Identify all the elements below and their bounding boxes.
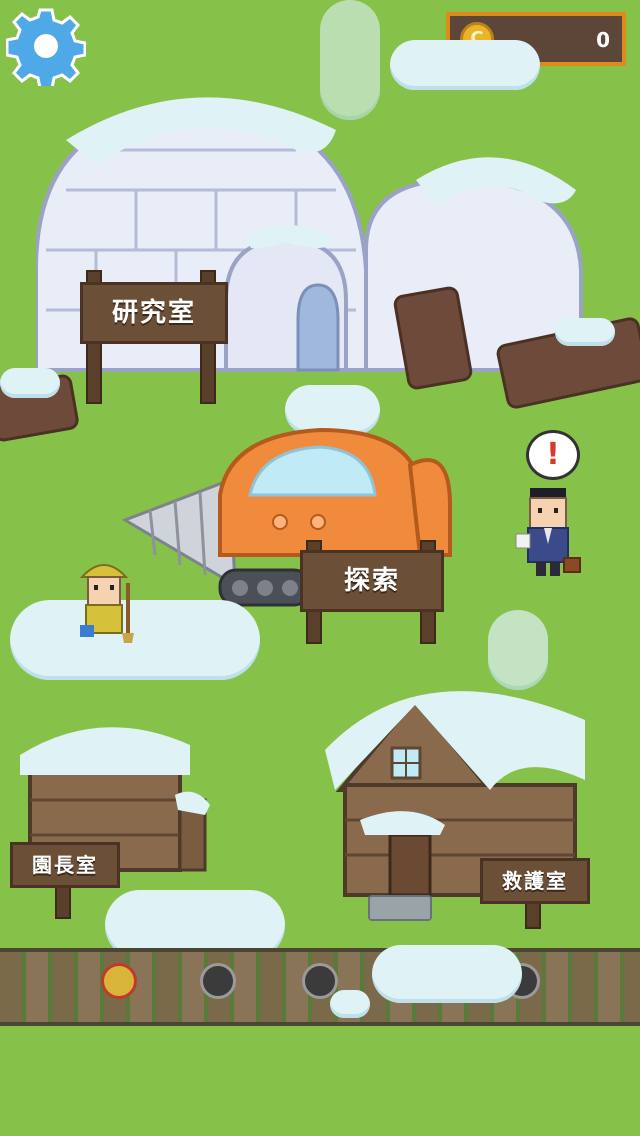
director-label: 園長室 bbox=[32, 853, 98, 877]
explore-sign[interactable]: 探索 bbox=[300, 550, 444, 612]
rescue-sign[interactable]: 救護室 bbox=[480, 858, 590, 904]
progress-node-1[interactable] bbox=[101, 963, 137, 999]
worker-illustration bbox=[79, 564, 134, 643]
lab-label: 研究室 bbox=[111, 298, 196, 328]
progress-node-3[interactable] bbox=[302, 963, 338, 999]
progress-node-2[interactable] bbox=[200, 963, 236, 999]
exclamation-icon: ! bbox=[546, 437, 560, 472]
worker-character[interactable] bbox=[74, 555, 140, 645]
stone-step bbox=[368, 895, 432, 921]
snow-pile bbox=[330, 990, 370, 1018]
snow-pile bbox=[555, 318, 615, 346]
snow-pile bbox=[372, 945, 522, 1003]
lab-sign[interactable]: 研究室 bbox=[80, 282, 228, 344]
explore-label: 探索 bbox=[343, 566, 400, 596]
alert-bubble[interactable]: ! bbox=[526, 430, 580, 480]
rescue-label: 救護室 bbox=[502, 869, 568, 893]
businessman-illustration bbox=[515, 488, 581, 576]
steam-cloud bbox=[488, 610, 548, 690]
businessman-character[interactable] bbox=[514, 484, 584, 579]
coin-count: 0 bbox=[596, 28, 610, 52]
snow-pile bbox=[0, 368, 60, 398]
director-sign[interactable]: 園長室 bbox=[10, 842, 120, 888]
